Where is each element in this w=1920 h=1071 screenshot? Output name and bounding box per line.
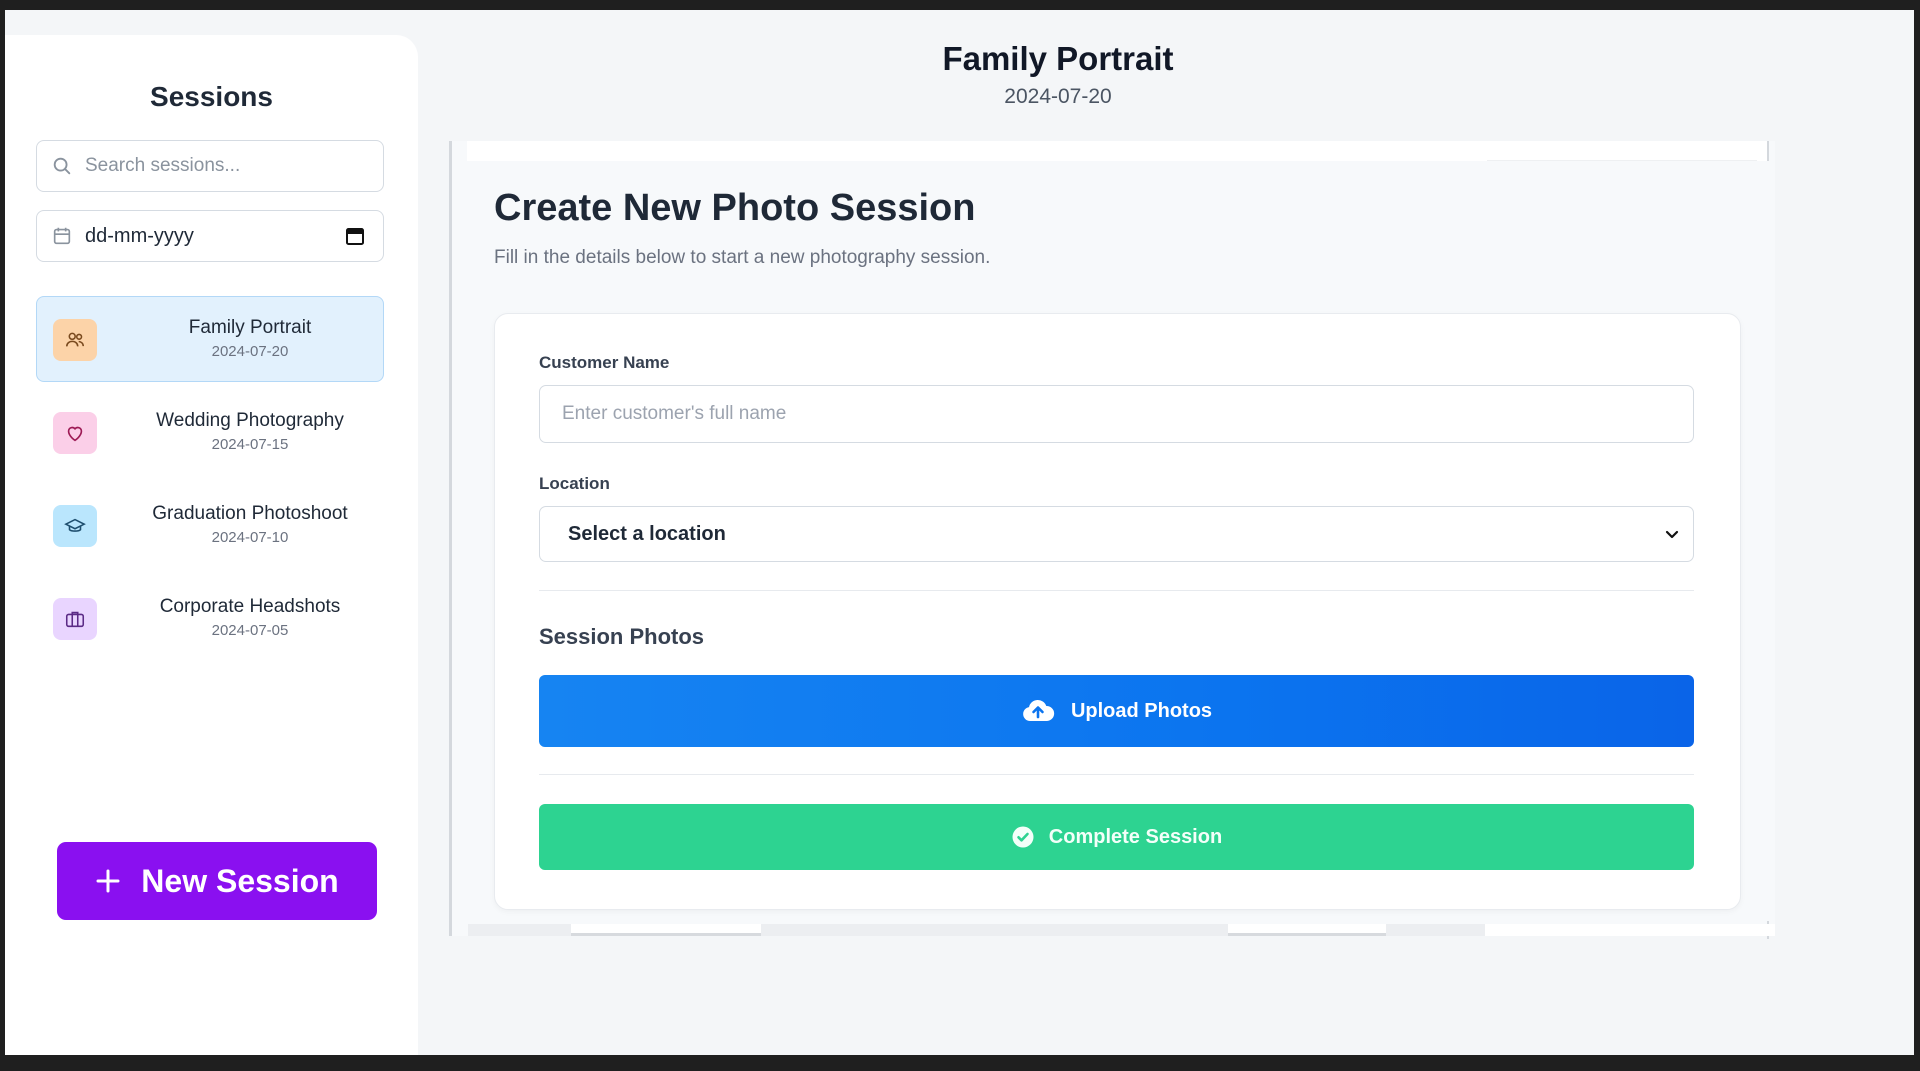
chevron-down-icon xyxy=(1665,530,1679,539)
search-icon xyxy=(53,157,71,175)
page-date: 2024-07-20 xyxy=(1004,85,1112,108)
new-session-label: New Session xyxy=(141,862,339,899)
page-title: Family Portrait xyxy=(942,40,1174,77)
calendar-picker-icon[interactable] xyxy=(345,226,365,246)
session-date: 2024-07-05 xyxy=(211,622,289,639)
session-photos-heading: Session Photos xyxy=(539,624,705,649)
bottom-strip xyxy=(468,924,1775,936)
date-filter[interactable]: dd-mm-yyyy xyxy=(36,210,384,262)
date-input[interactable]: dd-mm-yyyy xyxy=(85,225,345,248)
search-field[interactable] xyxy=(36,140,384,192)
form-subtitle: Fill in the details below to start a new… xyxy=(494,247,991,268)
session-name: Corporate Headshots xyxy=(159,596,341,617)
heart-icon xyxy=(53,412,97,454)
calendar-icon xyxy=(53,227,71,245)
app-screen: Sessions dd-mm-yyyy xyxy=(5,10,1914,1055)
session-item[interactable]: Corporate Headshots 2024-07-05 xyxy=(36,575,384,661)
check-circle-icon xyxy=(1012,826,1034,848)
session-date: 2024-07-20 xyxy=(211,343,289,360)
customer-name-input[interactable] xyxy=(539,385,1694,443)
plus-icon xyxy=(96,869,120,893)
graduation-cap-icon xyxy=(53,505,97,547)
session-name: Family Portrait xyxy=(188,317,312,338)
divider xyxy=(539,774,1694,775)
session-name: Wedding Photography xyxy=(156,410,344,431)
session-date: 2024-07-15 xyxy=(211,436,289,453)
form-title: Create New Photo Session xyxy=(494,187,976,229)
frame-edge xyxy=(1767,141,1769,161)
session-item[interactable]: Wedding Photography 2024-07-15 xyxy=(36,389,384,475)
search-input[interactable] xyxy=(85,155,383,177)
briefcase-icon xyxy=(53,598,97,640)
people-icon xyxy=(53,319,97,361)
sidebar: Sessions dd-mm-yyyy xyxy=(5,35,418,1055)
upload-photos-button[interactable]: Upload Photos xyxy=(539,675,1694,747)
session-name: Graduation Photoshoot xyxy=(152,503,348,524)
cloud-upload-icon xyxy=(1023,699,1055,721)
location-label: Location xyxy=(539,474,610,493)
complete-session-button[interactable]: Complete Session xyxy=(539,804,1694,870)
location-select[interactable]: Select a location xyxy=(539,506,1694,562)
session-item[interactable]: Graduation Photoshoot 2024-07-10 xyxy=(36,482,384,568)
complete-session-label: Complete Session xyxy=(1048,825,1223,848)
upload-photos-label: Upload Photos xyxy=(1070,699,1213,722)
session-list: Family Portrait 2024-07-20 Wedding Photo… xyxy=(36,296,384,668)
sidebar-title: Sessions xyxy=(150,81,273,112)
location-value: Select a location xyxy=(568,522,726,545)
session-form: Customer Name Location Select a location… xyxy=(494,313,1741,910)
session-item[interactable]: Family Portrait 2024-07-20 xyxy=(36,296,384,382)
top-strip xyxy=(467,141,1767,161)
customer-name-label: Customer Name xyxy=(539,353,670,372)
main-panel: Create New Photo Session Fill in the det… xyxy=(449,141,1775,939)
new-session-button[interactable]: New Session xyxy=(57,842,377,920)
divider xyxy=(539,590,1694,591)
session-date: 2024-07-10 xyxy=(211,529,289,546)
